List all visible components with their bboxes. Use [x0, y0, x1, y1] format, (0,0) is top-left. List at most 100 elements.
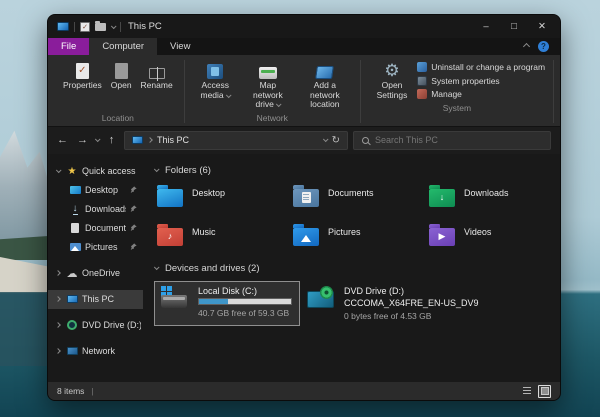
- pictures-folder-icon: [293, 228, 319, 246]
- folder-tile-pictures[interactable]: Pictures: [290, 223, 426, 253]
- pin-icon: [130, 223, 141, 233]
- system-properties-icon: [417, 76, 427, 86]
- address-bar[interactable]: This PC ↻: [124, 131, 348, 150]
- expander-icon[interactable]: [55, 348, 61, 354]
- open-settings-button[interactable]: ⚙ Open Settings: [369, 59, 415, 101]
- add-network-location-icon: [316, 60, 333, 79]
- dvd-drive-icon: [306, 286, 336, 309]
- downloads-folder-icon: ↓: [429, 189, 455, 207]
- videos-folder-icon: ▶: [429, 228, 455, 246]
- list-view-icon: [523, 387, 531, 395]
- back-button[interactable]: ←: [55, 135, 70, 146]
- navigation-pane: ★ Quick access Desktop ↓ Downloads Docum…: [48, 154, 143, 382]
- folder-tile-documents[interactable]: Documents: [290, 184, 426, 214]
- details-view-button[interactable]: [520, 385, 533, 398]
- maximize-button[interactable]: □: [500, 15, 528, 38]
- group-label-system: System: [363, 101, 551, 116]
- ribbon-group-system: ⚙ Open Settings Uninstall or change a pr…: [363, 57, 551, 126]
- open-button[interactable]: Open: [107, 59, 136, 92]
- item-count: 8 items: [57, 386, 84, 396]
- gear-icon: ⚙: [384, 60, 399, 79]
- refresh-icon[interactable]: ↻: [332, 135, 340, 146]
- sidebar-item-dvd-drive[interactable]: DVD Drive (D:) CCCC: [48, 316, 143, 335]
- divider: [74, 22, 75, 32]
- system-properties-button[interactable]: System properties: [417, 76, 545, 86]
- divider: [120, 22, 121, 32]
- sidebar-item-quick-access[interactable]: ★ Quick access: [48, 162, 143, 181]
- collapse-icon[interactable]: [154, 167, 160, 173]
- access-media-button[interactable]: Access media: [192, 59, 239, 101]
- folder-tile-downloads[interactable]: ↓ Downloads: [426, 184, 560, 214]
- search-box[interactable]: [353, 131, 551, 150]
- search-icon: [362, 137, 369, 144]
- folder-tile-desktop[interactable]: Desktop: [154, 184, 290, 214]
- folders-section-header[interactable]: Folders (6): [154, 165, 552, 176]
- pin-icon: [130, 204, 141, 214]
- this-pc-icon: [132, 136, 143, 144]
- folders-grid: Desktop Documents ↓ Downloads ♪ Music Pi…: [154, 184, 552, 253]
- star-icon: ★: [66, 166, 78, 177]
- sidebar-item-network[interactable]: Network: [48, 342, 143, 361]
- sidebar-item-desktop[interactable]: Desktop: [48, 181, 143, 200]
- recent-locations-icon[interactable]: [95, 137, 101, 143]
- forward-button[interactable]: →: [75, 135, 90, 146]
- ribbon-group-location: ✓ Properties Open Rename Location: [54, 57, 182, 126]
- expander-icon[interactable]: [55, 322, 61, 328]
- large-icons-view-button[interactable]: [538, 385, 551, 398]
- explorer-window: ✓ This PC – □ ✕ File Computer View ? ✓ P…: [47, 14, 561, 401]
- qat-properties-icon[interactable]: ✓: [80, 22, 90, 32]
- sidebar-item-downloads[interactable]: ↓ Downloads: [48, 200, 143, 219]
- sidebar-item-documents[interactable]: Documents: [48, 219, 143, 238]
- tab-computer[interactable]: Computer: [89, 38, 157, 55]
- uninstall-icon: [417, 62, 427, 72]
- access-media-icon: [207, 60, 223, 79]
- map-network-drive-button[interactable]: Map network drive: [240, 59, 296, 111]
- documents-folder-icon: [293, 189, 319, 207]
- address-dropdown-icon[interactable]: [322, 137, 328, 143]
- properties-icon: ✓: [76, 60, 89, 79]
- drive-tile-local-disk-c[interactable]: Local Disk (C:) 40.7 GB free of 59.3 GB: [154, 281, 300, 326]
- folder-tile-music[interactable]: ♪ Music: [154, 223, 290, 253]
- disk-usage-bar: [198, 298, 292, 305]
- expander-icon[interactable]: [55, 168, 61, 174]
- qat-dropdown-icon[interactable]: [111, 23, 117, 29]
- expander-icon[interactable]: [55, 270, 61, 276]
- divider: [184, 60, 185, 123]
- minimize-button[interactable]: –: [472, 15, 500, 38]
- sidebar-item-pictures[interactable]: Pictures: [48, 238, 143, 257]
- music-folder-icon: ♪: [157, 228, 183, 246]
- properties-button[interactable]: ✓ Properties: [59, 59, 106, 92]
- uninstall-program-button[interactable]: Uninstall or change a program: [417, 62, 545, 72]
- ribbon-group-network: Access media Map network drive Add a net…: [187, 57, 358, 126]
- tab-view[interactable]: View: [157, 38, 203, 55]
- tab-file[interactable]: File: [48, 38, 89, 55]
- sidebar-item-this-pc[interactable]: This PC: [48, 290, 143, 309]
- search-input[interactable]: [375, 135, 542, 145]
- status-bar: 8 items |: [48, 382, 560, 400]
- add-network-location-button[interactable]: Add a network location: [297, 59, 353, 111]
- address-bar-row: ← → ↑ This PC ↻: [48, 127, 560, 154]
- this-pc-icon: [57, 22, 69, 31]
- folder-tile-videos[interactable]: ▶ Videos: [426, 223, 560, 253]
- close-button[interactable]: ✕: [528, 15, 556, 38]
- ribbon-collapse-icon[interactable]: [523, 43, 530, 50]
- up-button[interactable]: ↑: [104, 135, 119, 146]
- devices-section-header[interactable]: Devices and drives (2): [154, 263, 552, 274]
- dvd-icon: [67, 320, 77, 330]
- manage-button[interactable]: Manage: [417, 89, 545, 99]
- open-icon: [115, 60, 128, 79]
- divider: [553, 60, 554, 123]
- breadcrumb[interactable]: This PC: [157, 135, 189, 145]
- drive-tile-dvd-d[interactable]: DVD Drive (D:) CCCOMA_X64FRE_EN-US_DV9 0…: [300, 281, 552, 326]
- help-icon[interactable]: ?: [538, 41, 549, 52]
- window-body: ★ Quick access Desktop ↓ Downloads Docum…: [48, 154, 560, 382]
- ribbon-tab-bar: File Computer View ?: [48, 38, 560, 55]
- expander-icon[interactable]: [55, 296, 61, 302]
- window-title: This PC: [128, 21, 162, 32]
- download-icon: ↓: [73, 204, 78, 215]
- collapse-icon[interactable]: [154, 265, 160, 271]
- qat-new-folder-icon[interactable]: [95, 23, 106, 31]
- rename-button[interactable]: Rename: [137, 59, 177, 92]
- pin-icon: [130, 242, 141, 252]
- sidebar-item-onedrive[interactable]: ☁ OneDrive: [48, 264, 143, 283]
